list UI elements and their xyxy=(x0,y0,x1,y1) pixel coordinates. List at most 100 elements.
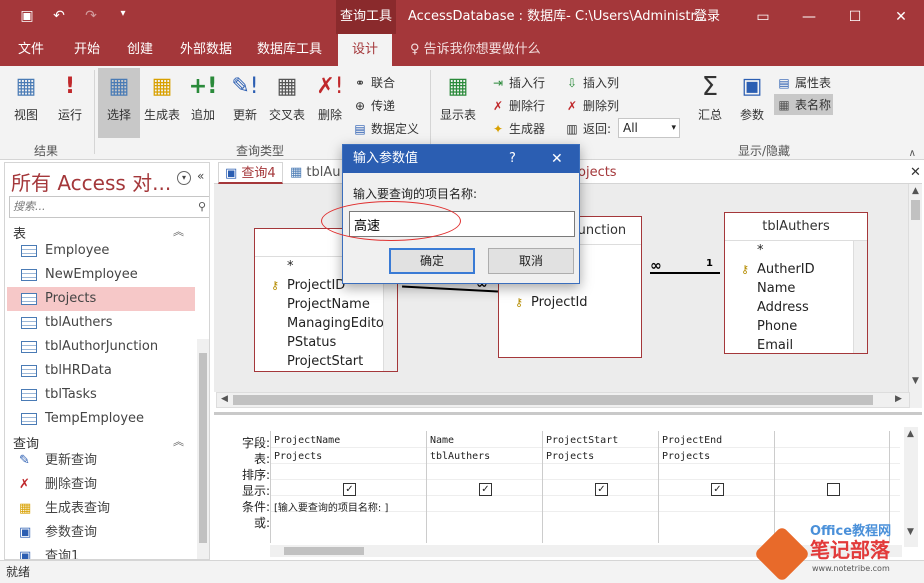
select-query-button[interactable]: ▦ 选择 xyxy=(98,68,140,138)
nav-item-tbltasks[interactable]: tblTasks xyxy=(7,383,195,407)
data-definition-button[interactable]: ▤ 数据定义 xyxy=(352,120,419,137)
grid-table-cell[interactable]: Projects xyxy=(662,451,710,462)
property-sheet-button[interactable]: ▤ 属性表 xyxy=(776,74,831,91)
nav-item-employee[interactable]: Employee xyxy=(7,239,195,263)
grid-field-cell[interactable]: Name xyxy=(430,435,454,446)
ok-button[interactable]: 确定 xyxy=(389,248,475,274)
minimize-icon[interactable]: — xyxy=(786,0,832,34)
nav-collapse-icon[interactable]: « xyxy=(197,169,204,183)
tell-me-box[interactable]: ♀ 告诉我你想要做什么 xyxy=(410,34,541,66)
maximize-icon[interactable]: ☐ xyxy=(832,0,878,34)
tab-external-data[interactable]: 外部数据 xyxy=(180,34,232,66)
parameters-button[interactable]: ▣ 参数 xyxy=(734,72,770,123)
grid-table-cell[interactable]: Projects xyxy=(546,451,594,462)
make-table-button[interactable]: ▦ 生成表 xyxy=(142,72,182,123)
scrollbar-thumb[interactable] xyxy=(233,395,873,405)
show-checkbox[interactable]: ✓ xyxy=(343,483,356,496)
nav-item-update-query[interactable]: ✎ 更新查询 xyxy=(7,449,195,473)
customize-icon[interactable]: ▾ xyxy=(114,8,132,24)
delete-row-button[interactable]: ✗ 删除行 xyxy=(490,97,545,114)
table-names-button[interactable]: ▦ 表名称 xyxy=(774,94,834,115)
grid-table-cell[interactable]: tblAuthers xyxy=(430,451,490,462)
tab-design[interactable]: 设计 xyxy=(338,34,393,66)
tab-database-tools[interactable]: 数据库工具 xyxy=(257,34,322,66)
scroll-right-icon[interactable]: ▶ xyxy=(895,394,902,404)
tab-file[interactable]: 文件 xyxy=(18,34,44,66)
grid-column[interactable]: Name tblAuthers ✓ xyxy=(426,431,542,543)
crosstab-button[interactable]: ▦ 交叉表 xyxy=(266,72,308,123)
show-table-button[interactable]: ▦ 显示表 xyxy=(436,72,480,123)
scroll-left-icon[interactable]: ◀ xyxy=(221,394,228,404)
field-row[interactable]: * xyxy=(725,241,867,260)
close-doc-icon[interactable]: ✕ xyxy=(904,162,924,184)
tab-create[interactable]: 创建 xyxy=(127,34,153,66)
field-row[interactable]: ProjectName xyxy=(255,295,397,314)
scrollbar-thumb[interactable] xyxy=(911,200,920,220)
close-icon[interactable]: ✕ xyxy=(878,0,924,34)
table-box-tblauthers[interactable]: tblAuthers * ⚷ AutherID Name Address Phon… xyxy=(724,212,868,354)
nav-pane-title[interactable]: 所有 Access 对... xyxy=(11,167,171,196)
nav-menu-chevron-icon[interactable]: ▾ xyxy=(177,171,191,185)
grid-column[interactable]: ProjectStart Projects ✓ xyxy=(542,431,658,543)
view-button[interactable]: ▦ 视图 xyxy=(6,72,46,123)
grid-table-cell[interactable]: Projects xyxy=(274,451,322,462)
show-checkbox[interactable]: ✓ xyxy=(595,483,608,496)
return-combo[interactable]: All ▾ xyxy=(618,118,680,138)
show-checkbox[interactable]: ✓ xyxy=(711,483,724,496)
collapse-ribbon-icon[interactable]: ∧ xyxy=(909,148,916,159)
nav-search-input[interactable]: 搜索... ⚲ xyxy=(9,196,209,218)
nav-item-projects[interactable]: Projects xyxy=(7,287,195,311)
insert-column-button[interactable]: ⇩ 插入列 xyxy=(564,74,619,91)
field-row[interactable]: Name xyxy=(725,279,867,298)
doc-tab-query4[interactable]: ▣ 查询4 xyxy=(218,162,283,184)
cancel-button[interactable]: 取消 xyxy=(488,248,574,274)
nav-item-tblauthers[interactable]: tblAuthers xyxy=(7,311,195,335)
nav-item-tblhrdata[interactable]: tblHRData xyxy=(7,359,195,383)
delete-query-button[interactable]: ✗! 删除 xyxy=(312,72,348,123)
grid-field-cell[interactable]: ProjectStart xyxy=(546,435,618,446)
field-row[interactable]: Email xyxy=(725,336,867,353)
delete-column-button[interactable]: ✗ 删除列 xyxy=(564,97,619,114)
nav-item-delete-query[interactable]: ✗ 删除查询 xyxy=(7,473,195,497)
grid-column[interactable]: ProjectEnd Projects ✓ xyxy=(658,431,774,543)
tab-home[interactable]: 开始 xyxy=(74,34,100,66)
field-row[interactable]: Phone xyxy=(725,317,867,336)
save-icon[interactable]: ▣ xyxy=(18,8,36,24)
undo-icon[interactable]: ↶ xyxy=(50,8,68,24)
builder-button[interactable]: ✦ 生成器 xyxy=(490,120,545,137)
close-icon[interactable]: ✕ xyxy=(551,145,563,173)
field-row[interactable]: ProjectStart xyxy=(255,352,397,371)
grid-field-cell[interactable]: ProjectName xyxy=(274,435,340,446)
totals-button[interactable]: Σ 汇总 xyxy=(692,72,728,123)
grid-column[interactable]: ProjectName Projects ✓ [输入要查询的项目名称: ] xyxy=(270,431,426,543)
scroll-up-icon[interactable]: ▲ xyxy=(907,429,914,439)
nav-item-newemployee[interactable]: NewEmployee xyxy=(7,263,195,287)
field-row[interactable]: ⚷ ProjectId xyxy=(499,293,641,312)
ribbon-display-icon[interactable]: ▭ xyxy=(740,0,786,34)
field-row[interactable]: ManagingEditor xyxy=(255,314,397,333)
nav-item-parameter-query[interactable]: ▣ 参数查询 xyxy=(7,521,195,545)
show-checkbox[interactable]: ✓ xyxy=(479,483,492,496)
design-vertical-scrollbar[interactable]: ▲ ▼ xyxy=(908,184,922,408)
search-icon[interactable]: ⚲ xyxy=(198,197,206,217)
design-horizontal-scrollbar[interactable]: ◀ ▶ xyxy=(216,392,910,408)
nav-item-tblauthorjunction[interactable]: tblAuthorJunction xyxy=(7,335,195,359)
passthrough-button[interactable]: ⊕ 传递 xyxy=(352,97,395,114)
doc-tab-tblauthers[interactable]: ▦ tblAu xyxy=(284,162,347,184)
nav-item-query1[interactable]: ▣ 查询1 xyxy=(7,545,195,559)
scroll-down-icon[interactable]: ▼ xyxy=(912,376,919,386)
login-link[interactable]: 登录 xyxy=(694,0,720,34)
nav-scrollbar[interactable] xyxy=(197,339,209,559)
nav-scrollbar-thumb[interactable] xyxy=(199,353,207,543)
scroll-up-icon[interactable]: ▲ xyxy=(912,186,919,196)
union-button[interactable]: ⚭ 联合 xyxy=(352,74,395,91)
insert-row-button[interactable]: ⇥ 插入行 xyxy=(490,74,545,91)
redo-icon[interactable]: ↷ xyxy=(82,8,100,24)
update-button[interactable]: ✎! 更新 xyxy=(226,72,264,123)
field-row[interactable]: ⚷ AutherID xyxy=(725,260,867,279)
show-checkbox[interactable] xyxy=(827,483,840,496)
grid-field-cell[interactable]: ProjectEnd xyxy=(662,435,722,446)
field-row[interactable]: Address xyxy=(725,298,867,317)
append-button[interactable]: +! 追加 xyxy=(186,72,220,123)
run-button[interactable]: ! 运行 xyxy=(52,72,88,123)
